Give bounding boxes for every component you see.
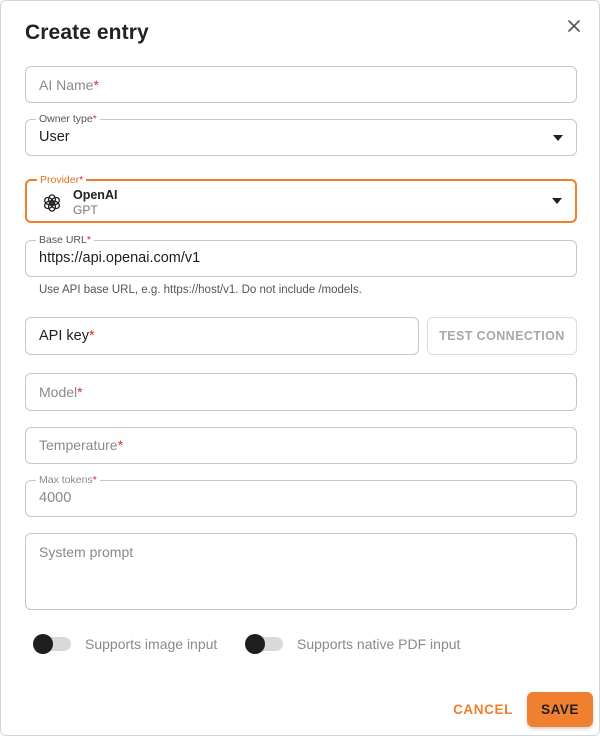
base-url-helper-text: Use API base URL, e.g. https://host/v1. …: [39, 284, 362, 296]
temperature-field[interactable]: Temperature*: [25, 427, 577, 464]
ai-name-placeholder: AI Name*: [39, 77, 99, 93]
base-url-field[interactable]: Base URL* https://api.openai.com/v1: [25, 234, 577, 277]
openai-icon: [43, 194, 61, 212]
save-button[interactable]: SAVE: [527, 692, 593, 727]
system-prompt-placeholder: System prompt: [39, 544, 134, 560]
provider-select[interactable]: Provider* OpenAI GPT: [25, 174, 577, 223]
pdf-input-toggle[interactable]: Supports native PDF input: [245, 634, 461, 654]
image-input-toggle[interactable]: Supports image input: [33, 634, 218, 654]
cancel-button[interactable]: CANCEL: [447, 695, 519, 723]
owner-type-value: User: [39, 129, 70, 145]
create-entry-dialog: Create entry AI Name* Owner type* User P…: [0, 0, 600, 736]
model-placeholder: Model*: [39, 384, 83, 400]
toggle-knob: [245, 634, 265, 654]
toggle-track: [33, 634, 71, 654]
provider-name: OpenAI: [73, 188, 118, 202]
base-url-label: Base URL*: [36, 234, 94, 246]
max-tokens-value: 4000: [39, 490, 72, 506]
chevron-down-icon: [552, 198, 562, 204]
api-key-field[interactable]: API key*: [25, 317, 419, 355]
temperature-placeholder: Temperature*: [39, 437, 124, 453]
model-field[interactable]: Model*: [25, 373, 577, 411]
pdf-input-label: Supports native PDF input: [297, 636, 461, 652]
provider-subtitle: GPT: [73, 203, 98, 217]
max-tokens-label: Max tokens*: [36, 474, 100, 486]
toggle-knob: [33, 634, 53, 654]
chevron-down-icon: [553, 134, 563, 141]
dialog-title: Create entry: [25, 21, 149, 44]
api-key-placeholder: API key*: [39, 328, 95, 344]
ai-name-field[interactable]: AI Name*: [25, 66, 577, 103]
base-url-value: https://api.openai.com/v1: [39, 250, 201, 266]
toggle-track: [245, 634, 283, 654]
owner-type-select[interactable]: Owner type* User: [25, 113, 577, 156]
close-button[interactable]: [563, 15, 585, 37]
provider-label: Provider*: [37, 174, 87, 186]
close-icon: [568, 20, 580, 32]
test-connection-button[interactable]: TEST CONNECTION: [427, 317, 577, 355]
image-input-label: Supports image input: [85, 636, 218, 652]
system-prompt-textarea[interactable]: System prompt: [25, 533, 577, 610]
owner-type-label: Owner type*: [36, 113, 100, 125]
max-tokens-field[interactable]: Max tokens* 4000: [25, 474, 577, 517]
